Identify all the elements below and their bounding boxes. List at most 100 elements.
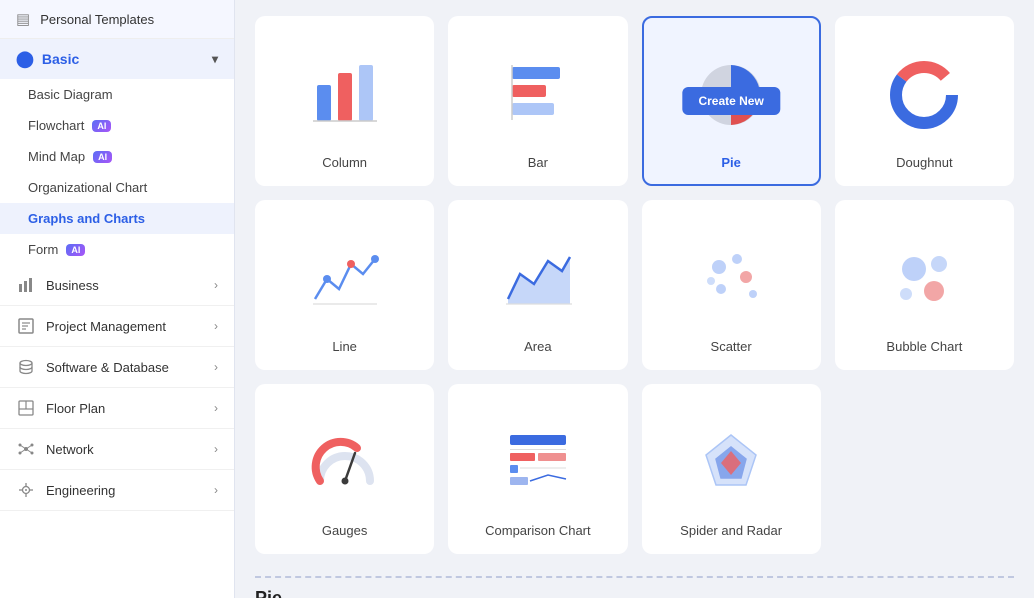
sidebar-item-basic-diagram[interactable]: Basic Diagram bbox=[0, 79, 234, 110]
pm-chevron-icon: › bbox=[214, 319, 218, 333]
scatter-icon-area bbox=[654, 229, 809, 329]
spider-radar-label: Spider and Radar bbox=[680, 523, 782, 538]
chart-card-line[interactable]: Line bbox=[255, 200, 434, 370]
basic-label: Basic bbox=[42, 51, 79, 67]
basic-chevron-icon: ▾ bbox=[212, 52, 218, 66]
sidebar-section-header-basic[interactable]: ⬤ Basic ▾ bbox=[0, 39, 234, 79]
flowchart-ai-badge: AI bbox=[92, 120, 111, 132]
flowchart-label: Flowchart bbox=[28, 118, 84, 133]
column-label: Column bbox=[322, 155, 367, 170]
sidebar-item-software-database[interactable]: Software & Database › bbox=[0, 347, 234, 388]
project-management-label: Project Management bbox=[46, 319, 166, 334]
line-chart-svg bbox=[305, 239, 385, 319]
line-label: Line bbox=[332, 339, 357, 354]
gauges-icon-area bbox=[267, 413, 422, 513]
engineering-icon bbox=[16, 480, 36, 500]
form-ai-badge: AI bbox=[66, 244, 85, 256]
floor-plan-label: Floor Plan bbox=[46, 401, 105, 416]
mind-map-ai-badge: AI bbox=[93, 151, 112, 163]
graphs-charts-label: Graphs and Charts bbox=[28, 211, 145, 226]
chart-card-bar[interactable]: Bar bbox=[448, 16, 627, 186]
project-management-icon bbox=[16, 316, 36, 336]
pie-label: Pie bbox=[721, 155, 741, 170]
fp-chevron-icon: › bbox=[214, 401, 218, 415]
eng-chevron-icon: › bbox=[214, 483, 218, 497]
create-new-button[interactable]: Create New bbox=[682, 87, 779, 115]
chart-card-doughnut[interactable]: Doughnut bbox=[835, 16, 1014, 186]
network-icon bbox=[16, 439, 36, 459]
area-icon-area bbox=[460, 229, 615, 329]
sidebar-item-form[interactable]: Form AI bbox=[0, 234, 234, 265]
floor-plan-icon bbox=[16, 398, 36, 418]
chart-card-column[interactable]: Column bbox=[255, 16, 434, 186]
scatter-label: Scatter bbox=[711, 339, 752, 354]
spider-radar-icon-area bbox=[654, 413, 809, 513]
business-chevron-icon: › bbox=[214, 278, 218, 292]
sidebar-item-project-management[interactable]: Project Management › bbox=[0, 306, 234, 347]
chart-card-spider-radar[interactable]: Spider and Radar bbox=[642, 384, 821, 554]
chart-card-area[interactable]: Area bbox=[448, 200, 627, 370]
column-icon-area bbox=[267, 45, 422, 145]
bar-icon-area bbox=[460, 45, 615, 145]
basic-dot-icon: ⬤ bbox=[16, 49, 34, 69]
nw-chevron-icon: › bbox=[214, 442, 218, 456]
chart-card-scatter[interactable]: Scatter bbox=[642, 200, 821, 370]
sidebar-item-engineering[interactable]: Engineering › bbox=[0, 470, 234, 511]
chart-card-gauges[interactable]: Gauges bbox=[255, 384, 434, 554]
nw-left: Network bbox=[16, 439, 94, 459]
sidebar-item-org-chart[interactable]: Organizational Chart bbox=[0, 172, 234, 203]
gauges-label: Gauges bbox=[322, 523, 368, 538]
sidebar-item-floor-plan[interactable]: Floor Plan › bbox=[0, 388, 234, 429]
network-label: Network bbox=[46, 442, 94, 457]
sidebar-item-flowchart[interactable]: Flowchart AI bbox=[0, 110, 234, 141]
bubble-chart-svg bbox=[884, 239, 964, 319]
chart-card-comparison[interactable]: Comparison Chart bbox=[448, 384, 627, 554]
comparison-chart-label: Comparison Chart bbox=[485, 523, 591, 538]
comparison-chart-svg bbox=[498, 423, 578, 503]
business-icon bbox=[16, 275, 36, 295]
eng-left: Engineering bbox=[16, 480, 115, 500]
business-left: Business bbox=[16, 275, 99, 295]
scatter-chart-svg bbox=[691, 239, 771, 319]
sidebar-item-personal-templates[interactable]: ▤ Personal Templates bbox=[0, 0, 234, 39]
area-chart-svg bbox=[498, 239, 578, 319]
spider-radar-chart-svg bbox=[691, 423, 771, 503]
main-content: Column Bar bbox=[235, 0, 1034, 598]
doughnut-chart-svg bbox=[884, 55, 964, 135]
template-icon: ▤ bbox=[16, 10, 30, 28]
bar-label: Bar bbox=[528, 155, 548, 170]
doughnut-label: Doughnut bbox=[896, 155, 952, 170]
form-label: Form bbox=[28, 242, 58, 257]
bubble-chart-label: Bubble Chart bbox=[886, 339, 962, 354]
org-chart-label: Organizational Chart bbox=[28, 180, 147, 195]
sidebar-item-network[interactable]: Network › bbox=[0, 429, 234, 470]
fp-left: Floor Plan bbox=[16, 398, 105, 418]
gauges-chart-svg bbox=[305, 423, 385, 503]
area-label: Area bbox=[524, 339, 551, 354]
sidebar-item-graphs-charts[interactable]: Graphs and Charts bbox=[0, 203, 234, 234]
comparison-icon-area bbox=[460, 413, 615, 513]
sidebar-section-basic: ⬤ Basic ▾ Basic Diagram Flowchart AI Min… bbox=[0, 39, 234, 265]
chart-grid: Column Bar bbox=[255, 16, 1014, 554]
bottom-section-label: Pie bbox=[255, 576, 1014, 598]
chart-card-pie[interactable]: Create New Pie bbox=[642, 16, 821, 186]
software-database-label: Software & Database bbox=[46, 360, 169, 375]
personal-templates-label: Personal Templates bbox=[40, 12, 154, 27]
line-icon-area bbox=[267, 229, 422, 329]
column-chart-svg bbox=[305, 55, 385, 135]
sidebar-item-business[interactable]: Business › bbox=[0, 265, 234, 306]
business-label: Business bbox=[46, 278, 99, 293]
engineering-label: Engineering bbox=[46, 483, 115, 498]
basic-diagram-label: Basic Diagram bbox=[28, 87, 113, 102]
sw-left: Software & Database bbox=[16, 357, 169, 377]
sidebar: ▤ Personal Templates ⬤ Basic ▾ Basic Dia… bbox=[0, 0, 235, 598]
sidebar-item-mind-map[interactable]: Mind Map AI bbox=[0, 141, 234, 172]
mind-map-label: Mind Map bbox=[28, 149, 85, 164]
chart-card-bubble[interactable]: Bubble Chart bbox=[835, 200, 1014, 370]
software-database-icon bbox=[16, 357, 36, 377]
sw-chevron-icon: › bbox=[214, 360, 218, 374]
pm-left: Project Management bbox=[16, 316, 166, 336]
bar-chart-svg bbox=[498, 55, 578, 135]
bubble-icon-area bbox=[847, 229, 1002, 329]
doughnut-icon-area bbox=[847, 45, 1002, 145]
